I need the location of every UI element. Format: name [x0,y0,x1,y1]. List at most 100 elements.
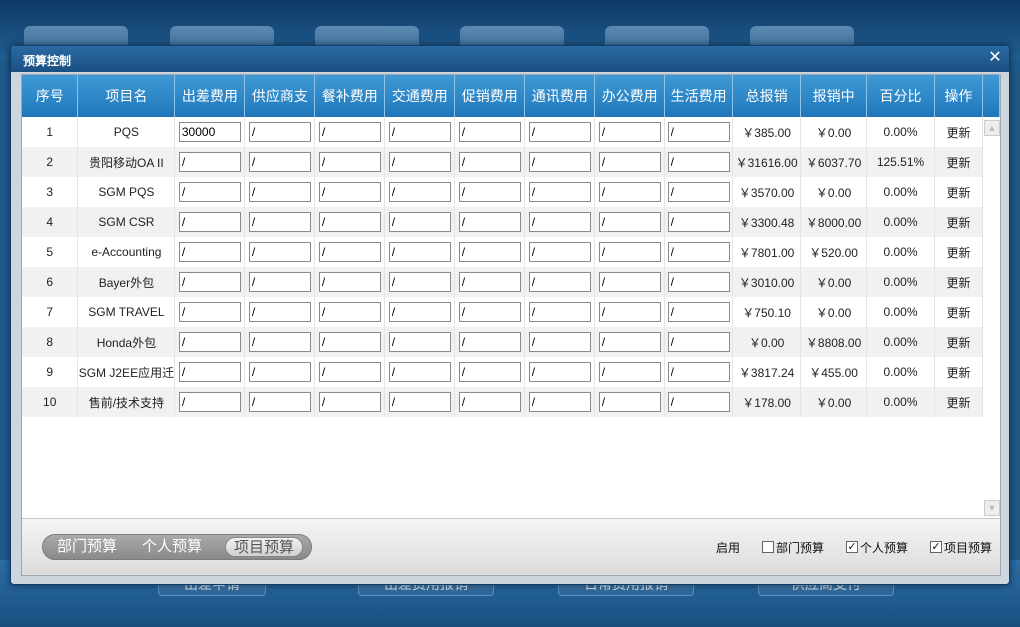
vertical-scrollbar[interactable] [984,117,1000,517]
budget-input[interactable] [388,242,451,262]
personal-budget-checkbox-box[interactable]: ✓ [845,541,858,553]
budget-input[interactable] [528,332,591,352]
scroll-down-icon[interactable]: ▼ [984,500,1000,516]
budget-input[interactable] [388,182,451,202]
budget-input[interactable] [458,362,521,382]
budget-input[interactable] [458,122,521,142]
budget-input[interactable] [178,122,241,142]
budget-input[interactable] [458,392,521,412]
dept-budget-checkbox-box[interactable] [761,541,774,553]
budget-input[interactable] [598,182,661,202]
update-link[interactable]: 更新 [934,327,983,357]
budget-input[interactable] [598,332,661,352]
budget-input[interactable] [458,212,521,232]
budget-input[interactable] [667,362,730,382]
update-link[interactable]: 更新 [934,357,983,387]
budget-input[interactable] [178,392,241,412]
budget-input[interactable] [388,302,451,322]
budget-input[interactable] [318,362,381,382]
budget-input[interactable] [388,332,451,352]
budget-input[interactable] [388,122,451,142]
budget-input[interactable] [248,182,311,202]
budget-input[interactable] [667,392,730,412]
budget-input[interactable] [318,332,381,352]
budget-input[interactable] [248,122,311,142]
budget-input[interactable] [178,302,241,322]
personal-budget-checkbox[interactable]: ✓ 个人预算 [845,539,908,556]
budget-input[interactable] [318,272,381,292]
update-link[interactable]: 更新 [934,387,983,417]
budget-input[interactable] [667,182,730,202]
budget-input[interactable] [318,152,381,172]
budget-input[interactable] [458,152,521,172]
budget-input[interactable] [528,152,591,172]
budget-input[interactable] [458,332,521,352]
budget-input[interactable] [528,272,591,292]
budget-input[interactable] [598,392,661,412]
budget-input[interactable] [178,242,241,262]
budget-input[interactable] [178,272,241,292]
budget-input[interactable] [667,122,730,142]
close-icon[interactable]: ✕ [987,50,1003,66]
budget-input[interactable] [667,212,730,232]
dept-budget-checkbox[interactable]: 部门预算 [761,539,824,556]
budget-input[interactable] [248,272,311,292]
budget-input[interactable] [667,302,730,322]
update-link[interactable]: 更新 [934,177,983,207]
budget-input[interactable] [667,242,730,262]
budget-input[interactable] [528,302,591,322]
budget-input[interactable] [178,182,241,202]
budget-input[interactable] [178,332,241,352]
budget-input[interactable] [458,272,521,292]
budget-input[interactable] [248,332,311,352]
budget-input[interactable] [528,392,591,412]
budget-input[interactable] [248,152,311,172]
project-budget-checkbox[interactable]: ✓ 项目预算 [929,539,992,556]
budget-input[interactable] [667,332,730,352]
budget-input[interactable] [388,392,451,412]
budget-input[interactable] [598,242,661,262]
update-link[interactable]: 更新 [934,147,983,177]
budget-input[interactable] [528,212,591,232]
budget-input[interactable] [528,182,591,202]
update-link[interactable]: 更新 [934,117,983,147]
project-budget-checkbox-box[interactable]: ✓ [929,541,942,553]
budget-input[interactable] [598,272,661,292]
update-link[interactable]: 更新 [934,297,983,327]
budget-input[interactable] [528,362,591,382]
segment-dept-budget[interactable]: 部门预算 [57,537,117,557]
budget-input[interactable] [388,152,451,172]
budget-input[interactable] [598,362,661,382]
segment-project-budget[interactable]: 项目预算 [225,537,304,557]
budget-input[interactable] [528,242,591,262]
budget-input[interactable] [248,212,311,232]
budget-input[interactable] [248,302,311,322]
budget-input[interactable] [318,182,381,202]
budget-input[interactable] [248,392,311,412]
budget-input[interactable] [388,362,451,382]
budget-input[interactable] [178,212,241,232]
budget-input[interactable] [598,212,661,232]
budget-input[interactable] [178,362,241,382]
budget-input[interactable] [318,212,381,232]
update-link[interactable]: 更新 [934,237,983,267]
budget-input[interactable] [248,362,311,382]
budget-input[interactable] [667,152,730,172]
budget-input[interactable] [248,242,311,262]
scroll-up-icon[interactable]: ▲ [984,120,1000,136]
budget-input[interactable] [598,302,661,322]
update-link[interactable]: 更新 [934,207,983,237]
budget-input[interactable] [178,152,241,172]
budget-input[interactable] [667,272,730,292]
budget-input[interactable] [458,182,521,202]
budget-input[interactable] [318,302,381,322]
segment-personal-budget[interactable]: 个人预算 [142,537,202,557]
budget-input[interactable] [388,272,451,292]
budget-input[interactable] [598,122,661,142]
update-link[interactable]: 更新 [934,267,983,297]
budget-input[interactable] [598,152,661,172]
budget-input[interactable] [458,242,521,262]
budget-input[interactable] [318,242,381,262]
budget-input[interactable] [318,392,381,412]
budget-input[interactable] [458,302,521,322]
